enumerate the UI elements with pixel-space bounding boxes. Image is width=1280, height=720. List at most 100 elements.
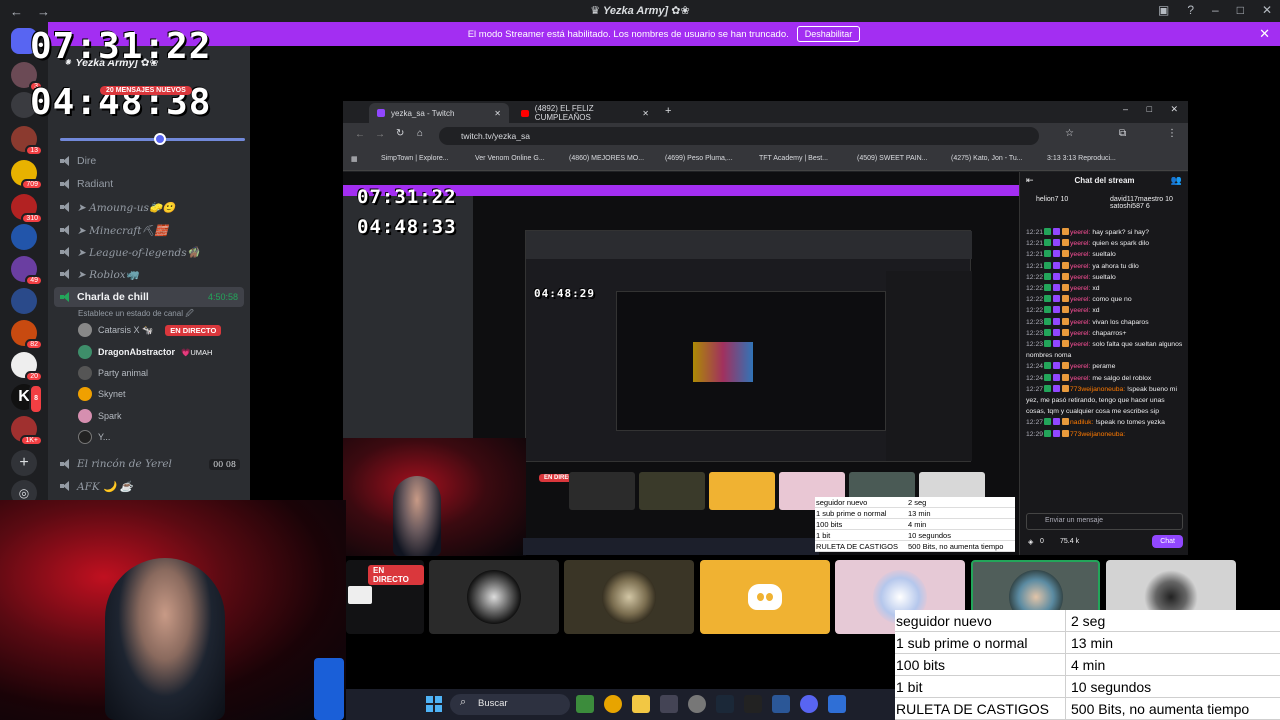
minimize-icon[interactable]: – <box>1123 104 1128 114</box>
voice-channel[interactable]: Radiant <box>60 175 113 193</box>
browser-tab[interactable]: (4892) EL FELIZ CUMPLEAÑOS ✕ <box>513 103 657 123</box>
app-icon[interactable] <box>828 695 846 713</box>
chat-username[interactable]: yeerel: <box>1070 263 1090 270</box>
browser-tab[interactable]: yezka_sa - Twitch ✕ <box>369 103 509 123</box>
server-icon[interactable]: 20 <box>11 352 43 382</box>
word-icon[interactable] <box>772 695 790 713</box>
chat-username[interactable]: yeerel: <box>1070 363 1090 370</box>
chat-username[interactable]: nadiluk: <box>1070 419 1093 426</box>
voice-channel[interactable]: ➤ League-of-legends🧌 <box>60 243 200 261</box>
file-explorer-icon[interactable] <box>632 695 650 713</box>
voice-channel[interactable]: AFK 🌙 ☕ <box>60 477 133 495</box>
home-icon[interactable]: ⌂ <box>417 128 423 139</box>
server-icon[interactable]: K8 <box>11 384 43 414</box>
message-time: 12:21 <box>1026 240 1044 248</box>
server-icon[interactable] <box>11 224 37 250</box>
bookmark-item[interactable]: (4860) MEJORES MO... <box>569 155 644 162</box>
chat-input[interactable]: Enviar un mensaje <box>1026 513 1183 530</box>
maximize-icon[interactable]: □ <box>1237 3 1244 17</box>
store-icon[interactable] <box>660 695 678 713</box>
voice-channel[interactable]: ➤ Roblox🦏 <box>60 265 139 283</box>
reload-icon[interactable]: ↻ <box>396 128 404 139</box>
bookmark-item[interactable]: (4509) SWEET PAIN... <box>857 155 928 162</box>
app-icon[interactable] <box>576 695 594 713</box>
bookmark-item[interactable]: TFT Academy | Best... <box>759 155 828 162</box>
chat-username[interactable]: yeerel: <box>1070 251 1090 258</box>
chat-username[interactable]: yeerel: <box>1070 229 1090 236</box>
help-icon[interactable]: ? <box>1187 3 1194 17</box>
tab-close-icon[interactable]: ✕ <box>642 109 649 118</box>
active-voice-channel[interactable]: Charla de chill 4:50:58 <box>54 287 244 307</box>
participant-tile-streaming[interactable]: EN DIRECTO <box>346 560 424 634</box>
chat-username[interactable]: 773weijanoneuba: <box>1070 431 1125 438</box>
server-icon[interactable]: 310 <box>11 194 43 224</box>
maximize-icon[interactable]: □ <box>1147 104 1152 114</box>
participant-tile[interactable] <box>429 560 559 634</box>
minimize-icon[interactable]: – <box>1212 3 1219 17</box>
bookmark-item[interactable]: (4699) Peso Pluma,... <box>665 155 733 162</box>
participant-tile[interactable] <box>700 560 830 634</box>
chat-username[interactable]: yeerel: <box>1070 341 1090 348</box>
chat-username[interactable]: yeerel: <box>1070 296 1090 303</box>
chrome-icon[interactable] <box>604 695 622 713</box>
chat-username[interactable]: yeerel: <box>1070 240 1090 247</box>
server-icon[interactable]: 49 <box>11 256 43 286</box>
server-icon[interactable] <box>11 288 37 314</box>
menu-dots-icon[interactable]: ⋮ <box>1167 128 1177 139</box>
bookmark-item[interactable]: 3:13 3:13 Reproduci... <box>1047 155 1116 162</box>
chat-users-icon[interactable]: 👥 <box>1171 175 1182 186</box>
extensions-icon[interactable]: ⧉ <box>1119 128 1126 139</box>
inbox-icon[interactable]: ▣ <box>1158 3 1169 17</box>
url-field[interactable]: twitch.tv/yezka_sa <box>439 127 1039 145</box>
voice-user[interactable]: Y... <box>78 428 110 446</box>
server-icon[interactable]: 709 <box>11 160 43 190</box>
voice-user[interactable]: Skynet <box>78 385 126 403</box>
bookmark-star-icon[interactable]: ☆ <box>1065 128 1074 139</box>
channel-points-icon[interactable]: ◈ <box>1028 538 1033 546</box>
new-tab-icon[interactable]: + <box>665 105 671 117</box>
chat-send-button[interactable]: Chat <box>1152 535 1183 548</box>
chat-username[interactable]: yeerel: <box>1070 319 1090 326</box>
new-messages-pill[interactable]: 20 MENSAJES NUEVOS <box>100 86 192 95</box>
server-icon[interactable]: 1K+ <box>11 416 43 446</box>
back-arrow-icon[interactable]: ← <box>355 129 365 140</box>
chat-username[interactable]: 773weijanoneuba: <box>1070 386 1125 393</box>
voice-user[interactable]: Catarsis X 🐄 EN DIRECTO <box>78 321 222 339</box>
chat-username[interactable]: yeerel: <box>1070 375 1090 382</box>
add-server-icon[interactable]: + <box>11 450 37 476</box>
close-icon[interactable]: ✕ <box>1170 104 1178 115</box>
forward-arrow-icon[interactable]: → <box>375 129 385 140</box>
channel-status[interactable]: Establece un estado de canal 🖉 <box>78 308 194 322</box>
taskbar-search[interactable]: Buscar <box>450 694 570 715</box>
voice-channel[interactable]: El rincón de Yerel 00 08 <box>60 455 240 473</box>
volume-slider-knob[interactable] <box>154 133 166 145</box>
banner-close-icon[interactable]: ✕ <box>1259 26 1270 42</box>
voice-user[interactable]: DragonAbstractor 💗UMAH <box>78 343 212 361</box>
bookmark-item[interactable]: (4275) Kato, Jon - Tu... <box>951 155 1023 162</box>
epic-games-icon[interactable] <box>744 695 762 713</box>
voice-channel[interactable]: ➤ Amoung-us🧽🙂 <box>60 198 175 216</box>
disable-streamer-mode-button[interactable]: Deshabilitar <box>796 26 861 42</box>
voice-channel[interactable]: Dire <box>60 152 96 170</box>
close-icon[interactable]: ✕ <box>1262 3 1272 17</box>
start-windows-icon[interactable] <box>426 696 442 712</box>
server-icon[interactable]: 13 <box>11 126 43 156</box>
server-icon[interactable]: 82 <box>11 320 43 350</box>
chat-username[interactable]: yeerel: <box>1070 285 1090 292</box>
chat-username[interactable]: yeerel: <box>1070 307 1090 314</box>
bookmark-item[interactable]: Ver Venom Online G... <box>475 155 545 162</box>
volume-slider-track[interactable] <box>60 138 245 141</box>
participant-tile[interactable] <box>564 560 694 634</box>
discord-icon[interactable] <box>800 695 818 713</box>
bookmark-item[interactable]: SimpTown | Explore... <box>381 155 449 162</box>
apps-icon[interactable]: ▦ <box>351 155 358 163</box>
badge-icon <box>1062 328 1070 336</box>
steam-icon[interactable] <box>716 695 734 713</box>
tab-close-icon[interactable]: ✕ <box>494 109 501 118</box>
voice-channel[interactable]: ➤ Minecraft⛏🧱 <box>60 221 168 239</box>
app-icon[interactable] <box>688 695 706 713</box>
voice-user[interactable]: Spark <box>78 407 122 425</box>
chat-username[interactable]: yeerel: <box>1070 330 1090 337</box>
chat-username[interactable]: yeerel: <box>1070 274 1090 281</box>
voice-user[interactable]: Party animal <box>78 364 148 382</box>
